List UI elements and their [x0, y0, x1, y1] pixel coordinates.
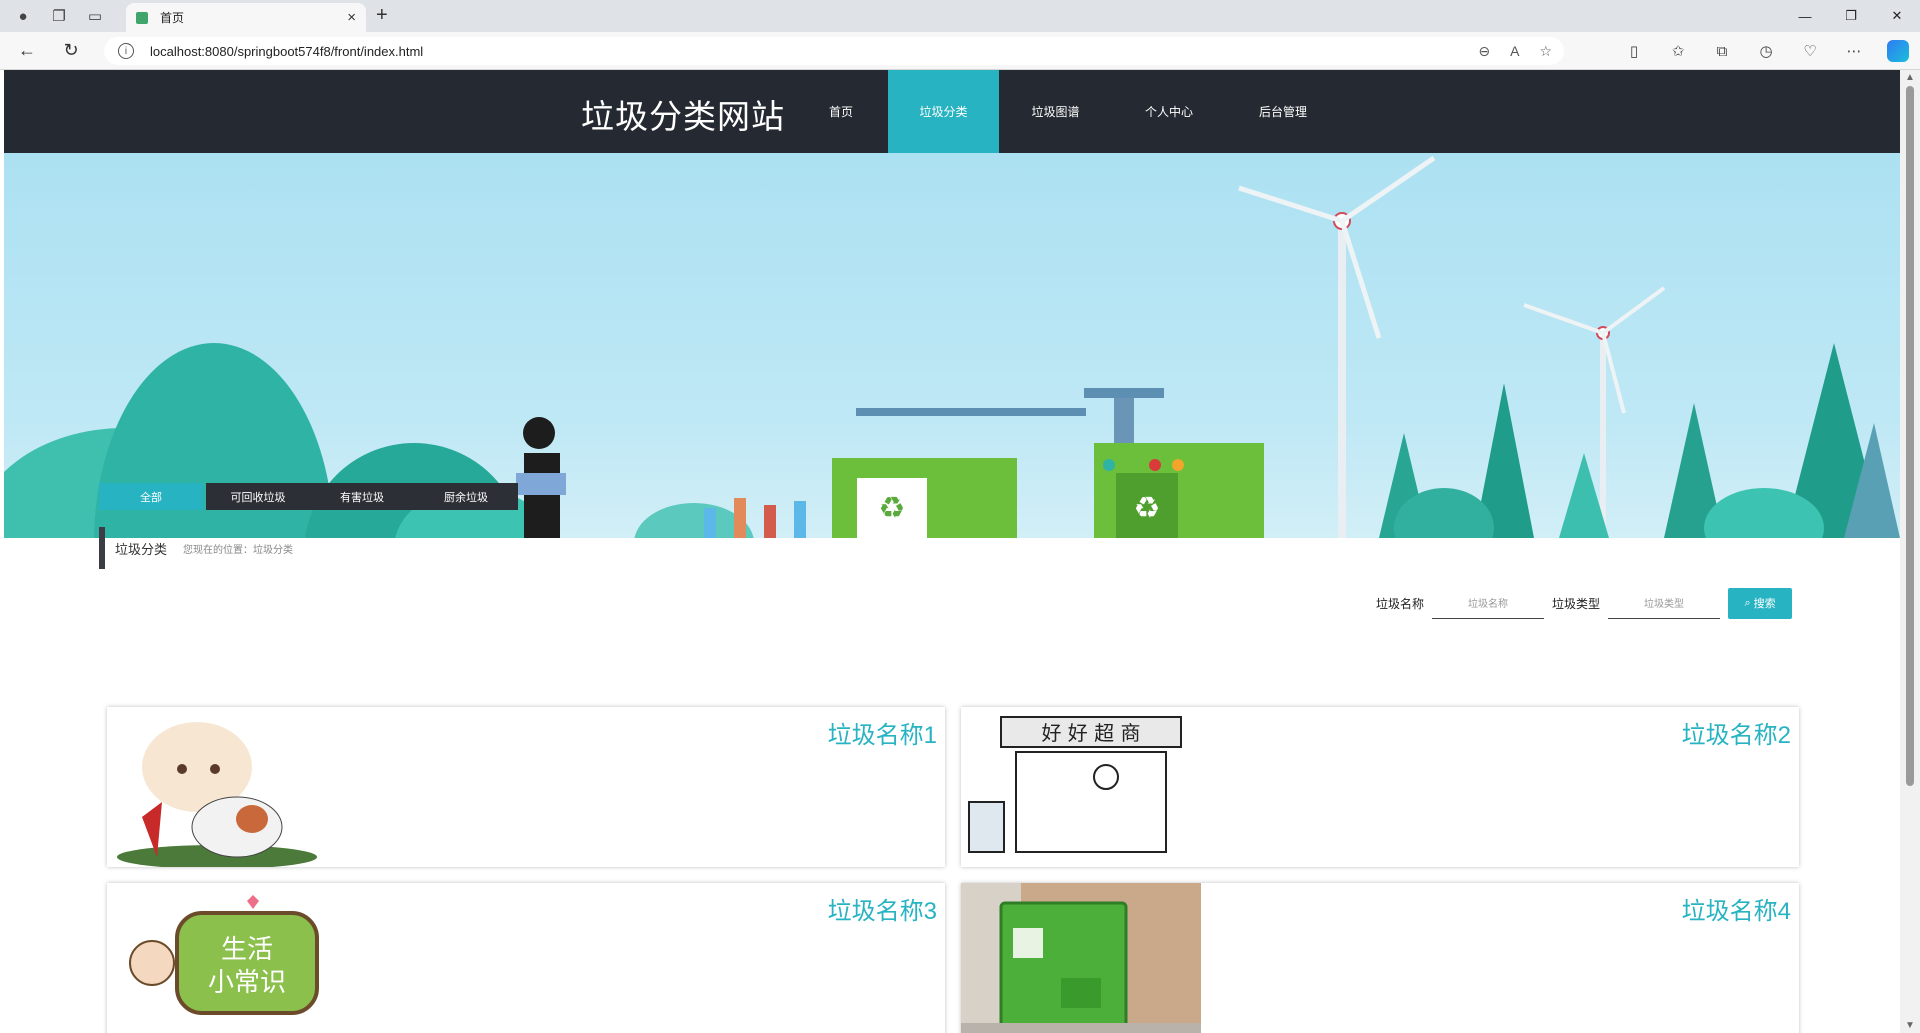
tab-kitchen[interactable]: 厨余垃圾	[414, 483, 518, 510]
copilot-icon[interactable]	[1887, 40, 1909, 62]
profile-icon[interactable]: ●	[10, 3, 36, 29]
site-header: 垃圾分类网站 首页 垃圾分类 垃圾图谱 个人中心 后台管理	[4, 70, 1900, 153]
item-name: 垃圾名称2	[1681, 722, 1791, 749]
collections-icon[interactable]: ⧉	[1700, 37, 1744, 65]
site-title: 垃圾分类网站	[581, 98, 785, 135]
item-name: 垃圾名称3	[827, 898, 937, 925]
item-name: 垃圾名称1	[827, 722, 937, 749]
item-image: 生活 小常识	[107, 883, 347, 1033]
split-screen-icon[interactable]: ▯	[1612, 37, 1656, 65]
favorites-icon[interactable]: ✩	[1656, 37, 1700, 65]
breadcrumb-title: 垃圾分类	[115, 541, 168, 557]
search-button-label: 搜索	[1753, 598, 1776, 610]
svg-text:♻: ♻	[1134, 491, 1161, 526]
browser-tab[interactable]: 首页 ×	[126, 3, 366, 32]
item-image: 好 好 超 商	[961, 707, 1201, 867]
web-page: 垃圾分类网站 首页 垃圾分类 垃圾图谱 个人中心 后台管理 ♻ ♻ 全部 可回收…	[4, 70, 1900, 1033]
svg-text:好 好 超 商: 好 好 超 商	[1041, 721, 1140, 745]
svg-text:小常识: 小常识	[208, 968, 286, 998]
scrollbar-thumb[interactable]	[1906, 86, 1914, 786]
read-aloud-icon[interactable]: A	[1510, 43, 1519, 60]
vertical-tabs-icon[interactable]: ▭	[82, 3, 108, 29]
banner-image: ♻ ♻	[4, 153, 1900, 538]
address-field[interactable]: i localhost:8080/springboot574f8/front/i…	[104, 37, 1564, 65]
site-info-icon[interactable]: i	[118, 43, 134, 59]
svg-text:生活: 生活	[221, 935, 273, 965]
svg-text:♻: ♻	[879, 491, 906, 526]
menu-item-atlas[interactable]: 垃圾图谱	[999, 70, 1112, 153]
more-icon[interactable]: ⋯	[1832, 37, 1876, 65]
menu-item-home[interactable]: 首页	[794, 70, 888, 153]
banner-illustration: ♻ ♻	[4, 155, 1900, 538]
menu-item-classification[interactable]: 垃圾分类	[888, 70, 999, 153]
item-card[interactable]: 好 好 超 商 垃圾名称2	[961, 707, 1799, 867]
menu-item-personal-center[interactable]: 个人中心	[1112, 70, 1226, 153]
item-card[interactable]: 垃圾名称1	[107, 707, 945, 867]
type-input[interactable]: 垃圾类型	[1608, 587, 1721, 619]
window-controls: — ❐ ✕	[1782, 0, 1920, 32]
item-name: 垃圾名称4	[1681, 898, 1791, 925]
type-label: 垃圾类型	[1552, 596, 1601, 611]
item-image	[961, 883, 1201, 1033]
favorite-icon[interactable]: ☆	[1539, 43, 1552, 60]
browser-tab-strip: ● ❐ ▭ 首页 × + — ❐ ✕	[0, 0, 1920, 32]
tab-title: 首页	[160, 11, 185, 25]
minimize-icon[interactable]: —	[1782, 0, 1828, 32]
scroll-up-icon[interactable]: ▲	[1905, 72, 1915, 83]
search-icon: ⌕	[1744, 596, 1751, 609]
restore-icon[interactable]: ❐	[1828, 0, 1874, 32]
address-bar-row: ← ↻ i localhost:8080/springboot574f8/fro…	[0, 32, 1920, 70]
menu-item-admin[interactable]: 后台管理	[1226, 70, 1340, 153]
category-tabs: 全部 可回收垃圾 有害垃圾 厨余垃圾	[99, 483, 518, 510]
tab-recyclable[interactable]: 可回收垃圾	[206, 483, 310, 510]
browser-toolbar: ▯ ✩ ⧉ ◷ ♡ ⋯	[1612, 37, 1920, 65]
breadcrumb-position: 您现在的位置：垃圾分类	[183, 544, 294, 556]
refresh-icon[interactable]: ↻	[54, 36, 88, 66]
performance-icon[interactable]: ♡	[1788, 37, 1832, 65]
search-button[interactable]: ⌕ 搜索	[1728, 587, 1793, 619]
item-image	[107, 707, 347, 867]
back-icon[interactable]: ←	[10, 36, 44, 66]
name-input[interactable]: 垃圾名称	[1432, 587, 1545, 619]
history-icon[interactable]: ◷	[1744, 37, 1788, 65]
search-bar: 垃圾名称 垃圾名称 垃圾类型 垃圾类型 ⌕ 搜索	[1376, 587, 1793, 619]
item-card[interactable]: 生活 小常识 垃圾名称3	[107, 883, 945, 1033]
breadcrumb: 垃圾分类 您现在的位置：垃圾分类	[99, 527, 293, 569]
item-card[interactable]: 垃圾名称4	[961, 883, 1799, 1033]
url-text: localhost:8080/springboot574f8/front/ind…	[150, 43, 424, 59]
favicon-icon	[136, 11, 148, 24]
page-scrollbar[interactable]: ▲ ▼	[1900, 70, 1920, 1033]
tab-hazardous[interactable]: 有害垃圾	[310, 483, 414, 510]
name-label: 垃圾名称	[1376, 596, 1425, 611]
new-tab-icon[interactable]: +	[376, 4, 388, 27]
tab-all[interactable]: 全部	[99, 483, 203, 510]
main-menu: 首页 垃圾分类 垃圾图谱 个人中心 后台管理	[794, 70, 1340, 153]
close-tab-icon[interactable]: ×	[347, 9, 356, 26]
workspaces-icon[interactable]: ❐	[46, 3, 72, 29]
zoom-icon[interactable]: ⊖	[1478, 43, 1490, 60]
scroll-down-icon[interactable]: ▼	[1905, 1020, 1915, 1031]
close-window-icon[interactable]: ✕	[1874, 0, 1920, 32]
